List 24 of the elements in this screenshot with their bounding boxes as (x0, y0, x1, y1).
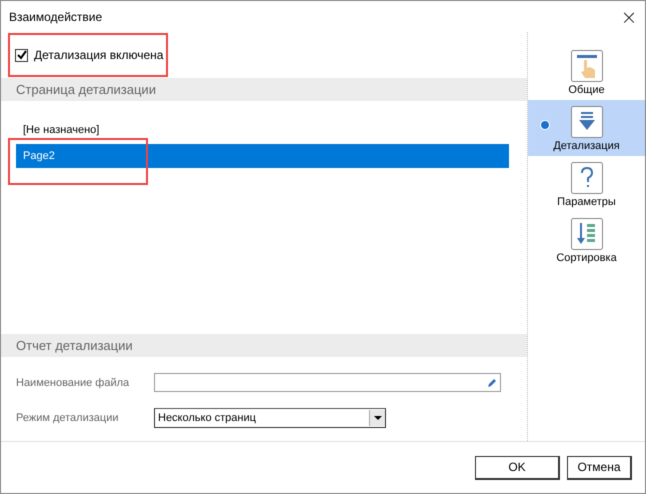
nav-item[interactable]: Параметры (528, 156, 645, 212)
section-header: Отчет детализации (1, 334, 527, 357)
hand-icon (570, 50, 602, 82)
list-item[interactable]: [Не назначено] (16, 122, 509, 138)
field-label: Режим детализации (16, 412, 120, 424)
dropdown-value: Несколько страниц (158, 412, 256, 424)
cancel-button[interactable]: Отмена (567, 456, 632, 480)
nav-item[interactable]: Сортировка (528, 212, 645, 268)
pencil-icon (487, 378, 497, 388)
input-field[interactable] (154, 373, 501, 392)
section-header: Страница детализации (1, 78, 527, 101)
caret-icon (374, 416, 382, 420)
dropdown[interactable]: Несколько страниц (154, 408, 386, 428)
selection-dot (540, 120, 550, 130)
window-title: Взаимодействие (9, 10, 102, 24)
ok-button[interactable]: OK (475, 456, 560, 480)
question-icon (570, 162, 602, 194)
check-icon (16, 50, 26, 60)
field-label: Наименование файла (16, 376, 130, 388)
sort-icon (570, 218, 602, 250)
close-button[interactable]: × (613, 1, 645, 32)
nav-item[interactable]: Детализация (528, 100, 645, 156)
nav-item[interactable]: Общие (528, 44, 645, 100)
list-item[interactable]: Page2 (16, 144, 509, 168)
